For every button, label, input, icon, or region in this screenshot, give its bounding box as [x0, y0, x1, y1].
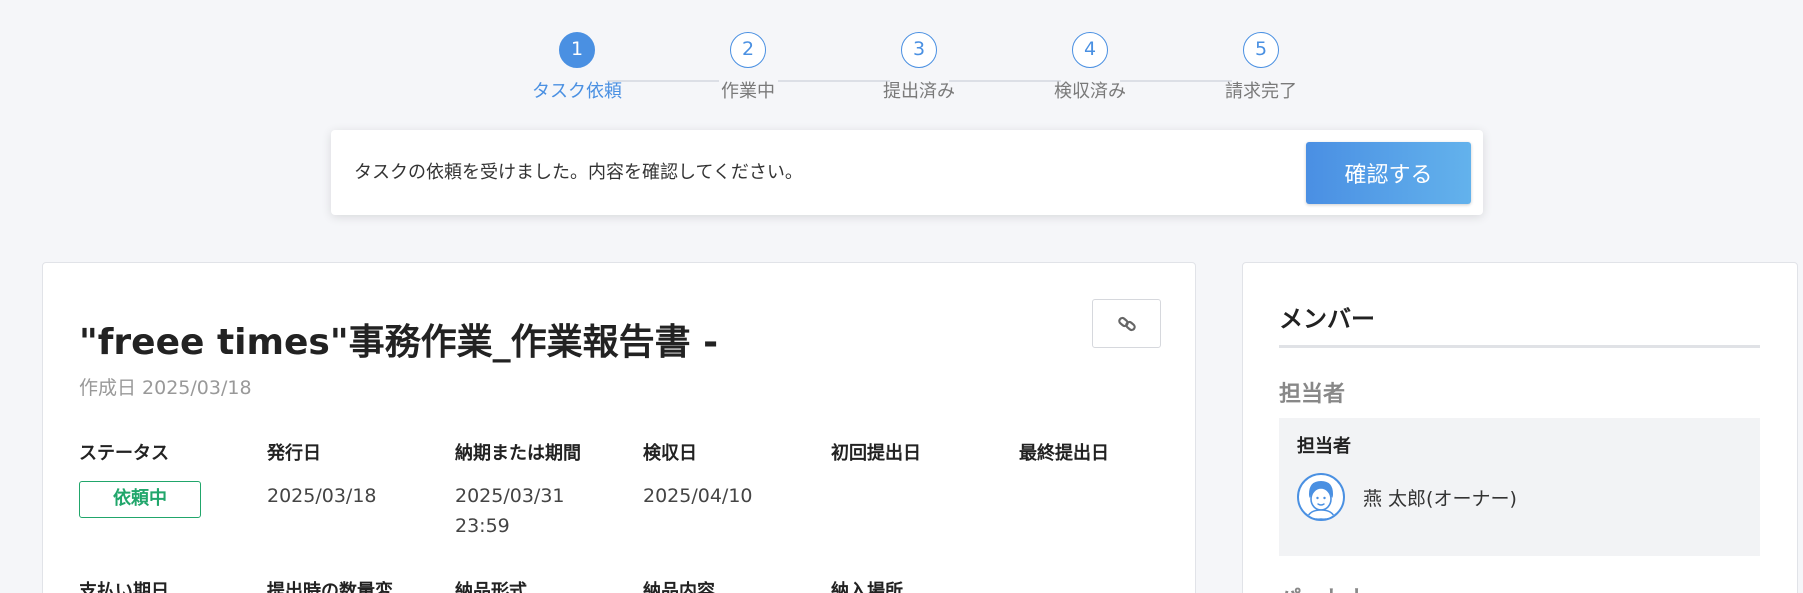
status-badge: 依頼中	[79, 481, 201, 518]
task-title: "freee times"事務作業_作業報告書 -	[79, 322, 719, 363]
field-delivery-content: 納品内容	[643, 577, 813, 593]
partner-section-title: パートナー	[1279, 581, 1389, 593]
step-label: 請求完了	[1225, 81, 1297, 102]
field-label: 最終提出日	[1019, 443, 1109, 464]
task-notice: タスクの依頼を受けました。内容を確認してください。 確認する	[331, 130, 1483, 215]
step-number: 3	[901, 32, 937, 68]
progress-stepper: 1 タスク依頼 2 作業中 3 提出済み 4 検収済み 5 請求完了	[0, 32, 1803, 112]
step-task-request: 1 タスク依頼	[507, 32, 647, 103]
step-number: 1	[559, 32, 595, 68]
step-number: 5	[1243, 32, 1279, 68]
field-issue-date: 発行日 2025/03/18	[267, 439, 437, 511]
field-label: 支払い期日	[79, 581, 169, 593]
field-payment-due: 支払い期日	[79, 577, 249, 593]
field-label: 納品内容	[643, 581, 715, 593]
field-deadline: 納期または期間 2025/03/31 23:59	[455, 439, 625, 541]
user-avatar-icon	[1306, 481, 1336, 519]
field-delivery-location: 納入場所	[831, 577, 1001, 593]
field-label: 発行日	[267, 443, 321, 464]
field-delivery-format: 納品形式	[455, 577, 625, 593]
members-card: メンバー 担当者 担当者 燕 太郎(オーナー) パートナー	[1242, 262, 1798, 593]
field-label: 検収日	[643, 443, 697, 464]
step-inspected: 4 検収済み	[1020, 32, 1160, 103]
field-label: 納品形式	[455, 581, 527, 593]
step-submitted: 3 提出済み	[849, 32, 989, 103]
confirm-button[interactable]: 確認する	[1306, 142, 1471, 204]
link-icon	[1118, 316, 1136, 332]
field-quantity-change: 提出時の数量変	[267, 577, 407, 593]
field-status: ステータス 依頼中	[79, 439, 249, 518]
created-date: 作成日 2025/03/18	[79, 377, 252, 399]
step-in-progress: 2 作業中	[678, 32, 818, 103]
deadline-time: 23:59	[455, 515, 510, 537]
step-number: 4	[1072, 32, 1108, 68]
assignee-name: 燕 太郎(オーナー)	[1363, 488, 1517, 510]
members-divider	[1279, 345, 1760, 348]
field-value: 2025/03/31 23:59	[455, 481, 625, 541]
step-invoice-complete: 5 請求完了	[1191, 32, 1331, 103]
notice-message: タスクの依頼を受けました。内容を確認してください。	[354, 162, 803, 183]
assignee-box-title: 担当者	[1297, 436, 1351, 457]
assignee-box: 担当者 燕 太郎(オーナー)	[1279, 418, 1760, 556]
field-label: 納期または期間	[455, 443, 581, 464]
field-first-submission: 初回提出日	[831, 439, 1001, 481]
field-label: ステータス	[79, 443, 169, 464]
members-title: メンバー	[1279, 305, 1375, 333]
step-number: 2	[730, 32, 766, 68]
field-label: 初回提出日	[831, 443, 921, 464]
field-value: 2025/03/18	[267, 485, 377, 507]
field-inspection-date: 検収日 2025/04/10	[643, 439, 813, 511]
field-label: 提出時の数量変	[267, 581, 393, 593]
field-last-submission: 最終提出日	[1019, 439, 1189, 481]
step-label: 作業中	[721, 81, 775, 102]
step-label: 検収済み	[1054, 81, 1126, 102]
field-label: 納入場所	[831, 581, 903, 593]
field-value: 2025/04/10	[643, 485, 753, 507]
step-label: タスク依頼	[532, 81, 622, 102]
assignee-section-title: 担当者	[1279, 382, 1346, 407]
step-label: 提出済み	[883, 81, 955, 102]
deadline-date: 2025/03/31	[455, 485, 565, 507]
avatar	[1297, 473, 1345, 521]
copy-link-button[interactable]	[1092, 299, 1161, 348]
task-detail-card: "freee times"事務作業_作業報告書 - 作成日 2025/03/18…	[42, 262, 1196, 593]
